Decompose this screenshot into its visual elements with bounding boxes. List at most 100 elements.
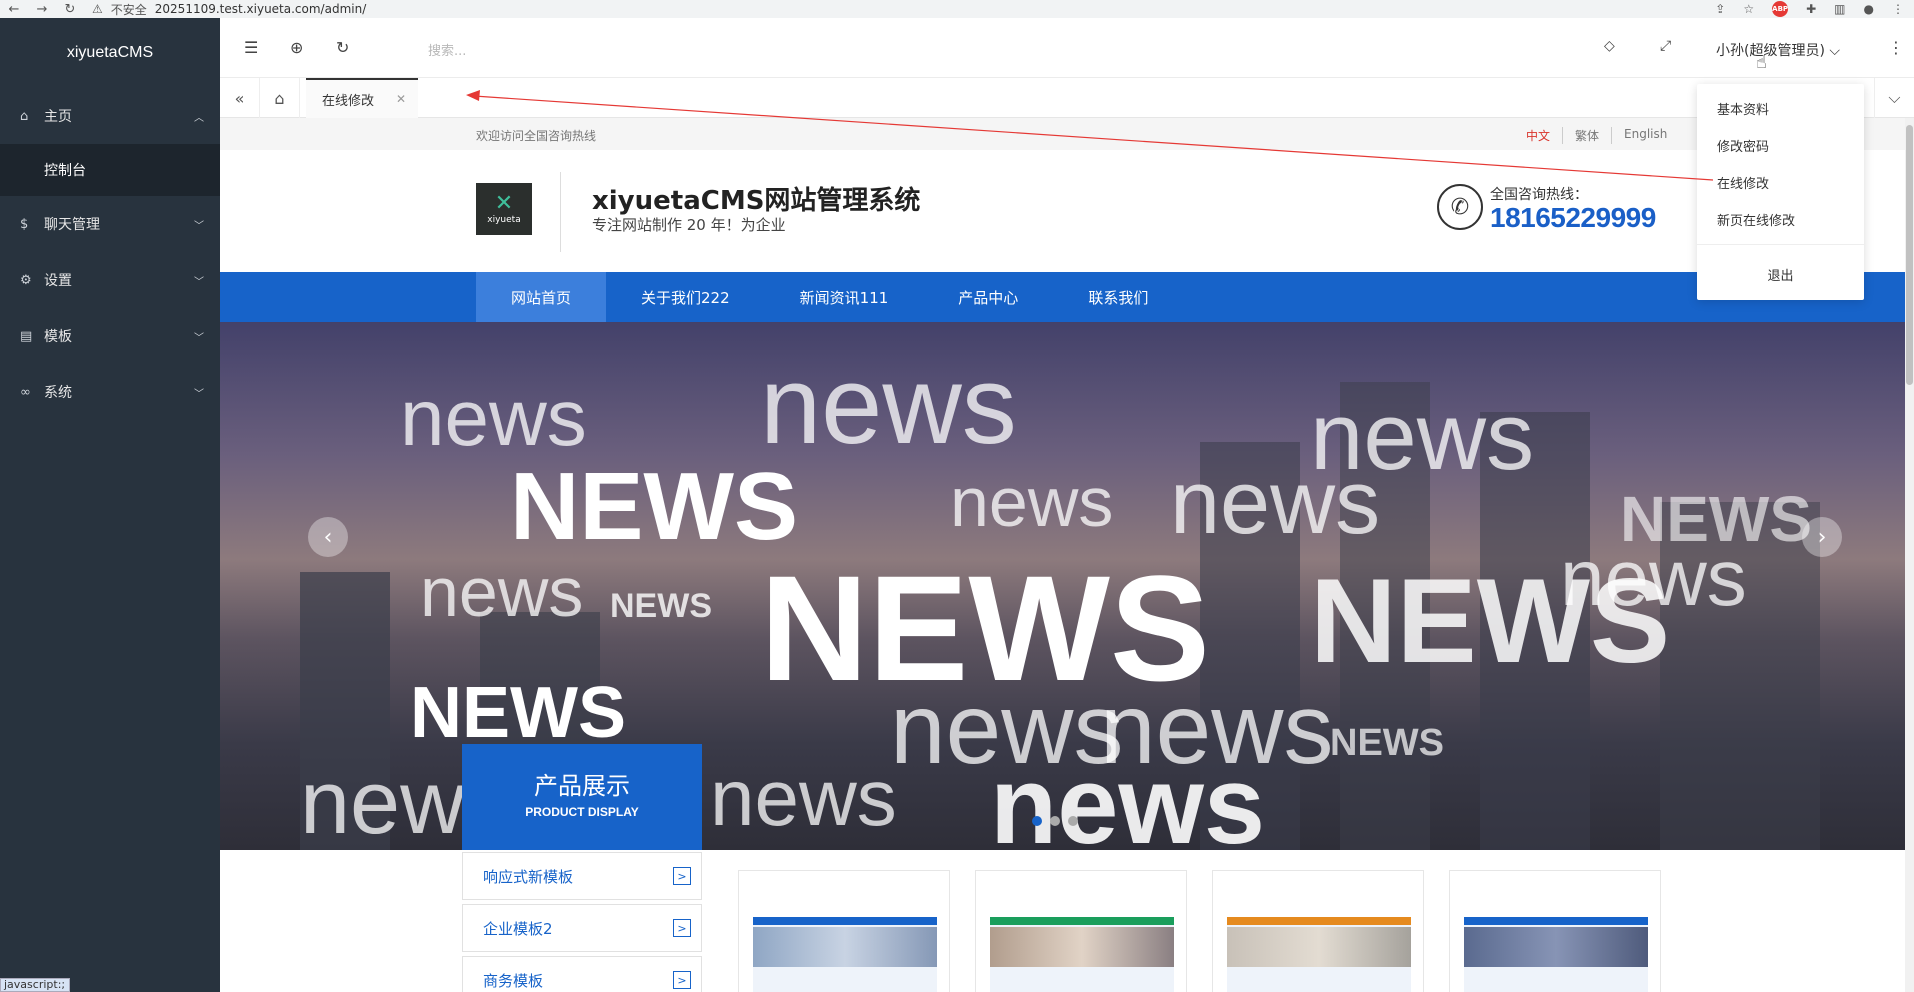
menu-item-newpage-edit[interactable]: 新页在线修改	[1697, 201, 1864, 238]
profile-icon[interactable]: ●	[1864, 2, 1874, 16]
chevron-right-icon: >	[673, 971, 691, 989]
warning-icon[interactable]: ⚠	[92, 2, 103, 16]
page-tabs: « ⌂ 在线修改 ✕ ⌵	[220, 78, 1914, 118]
carousel-dot[interactable]	[1050, 816, 1060, 826]
nav-home[interactable]: 网站首页	[476, 272, 607, 322]
sidebar-item-home[interactable]: ⌂ 主页 ︿	[0, 88, 220, 144]
carousel-dot-active[interactable]	[1032, 816, 1042, 826]
forward-arrow-icon[interactable]: →	[28, 2, 56, 17]
nav-about[interactable]: 关于我们222	[606, 272, 765, 322]
product-thumbnail[interactable]	[1212, 870, 1424, 992]
list-item[interactable]: 商务模板 >	[462, 956, 702, 992]
product-subtitle: PRODUCT DISPLAY	[525, 805, 639, 819]
site-subtitle: 专注网站制作 20 年！为企业	[592, 216, 786, 234]
sidebar-subitem-console[interactable]: 控制台	[0, 144, 220, 196]
globe-icon[interactable]: ⊕	[290, 38, 303, 57]
more-vertical-icon[interactable]: ⋮	[1888, 38, 1904, 57]
home-tab-icon[interactable]: ⌂	[260, 78, 300, 118]
star-icon[interactable]: ☆	[1743, 2, 1754, 16]
banner-word: NEWS	[410, 673, 626, 753]
header-divider	[560, 172, 561, 252]
site-logo[interactable]: ✕ xiyueta	[476, 183, 532, 235]
sidebar-item-label: 系统	[44, 385, 72, 401]
menu-item-change-password[interactable]: 修改密码	[1697, 127, 1864, 164]
sidebar-item-label: 聊天管理	[44, 217, 100, 233]
sidebar-item-settings[interactable]: ⚙ 设置 ﹀	[0, 252, 220, 308]
nav-contact[interactable]: 联系我们	[1053, 272, 1183, 322]
status-bar: javascript:;	[0, 978, 70, 992]
carousel-dot[interactable]	[1068, 816, 1078, 826]
search-input[interactable]: 搜索...	[428, 40, 466, 59]
welcome-text: 欢迎访问全国咨询热线	[476, 129, 597, 143]
more-vertical-icon[interactable]: ⋮	[1892, 2, 1904, 16]
chevron-right-icon: >	[673, 867, 691, 885]
banner-word: news	[990, 744, 1266, 850]
link-icon: ∞	[20, 384, 31, 400]
logo-mark-icon: ✕	[494, 191, 514, 216]
product-category-label: 企业模板2	[483, 919, 553, 938]
menu-item-profile[interactable]: 基本资料	[1697, 90, 1864, 127]
tab-label: 在线修改	[322, 93, 375, 109]
reload-icon[interactable]: ↻	[56, 2, 84, 17]
language-switcher: 中文 繁体 English	[1514, 127, 1679, 144]
back-arrow-icon[interactable]: ←	[0, 2, 28, 17]
extensions-icon[interactable]: ✚	[1806, 2, 1816, 16]
admin-sidebar: xiyuetaCMS ⌂ 主页 ︿ 控制台 $ 聊天管理 ﹀ ⚙ 设置 ﹀ ▤ …	[0, 18, 220, 992]
product-thumbnail[interactable]	[1449, 870, 1661, 992]
banner-word: news	[710, 753, 897, 842]
fullscreen-icon[interactable]: ⤢	[1660, 38, 1671, 54]
list-item[interactable]: 企业模板2 >	[462, 904, 702, 952]
hotline-number: 18165229999	[1490, 202, 1656, 233]
tab-online-edit[interactable]: 在线修改 ✕	[306, 78, 418, 118]
sidebar-item-system[interactable]: ∞ 系统 ﹀	[0, 364, 220, 420]
site-nav: 网站首页 关于我们222 新闻资讯111 产品中心 联系我们	[220, 272, 1905, 322]
logo-word: xiyueta	[487, 215, 521, 225]
admin-header: ☰ ⊕ ↻ 搜索... ◇ ⤢ 小孙(超级管理员) ⌵ ⋮	[220, 18, 1914, 78]
carousel-prev-icon[interactable]: ‹	[308, 517, 348, 557]
sidebar-item-chat[interactable]: $ 聊天管理 ﹀	[0, 196, 220, 252]
user-menu[interactable]: 小孙(超级管理员) ⌵	[1716, 40, 1840, 60]
share-icon[interactable]: ⇪	[1715, 2, 1725, 16]
lang-zh-tw[interactable]: 繁体	[1563, 127, 1613, 144]
frame-scrollbar-thumb[interactable]	[1906, 125, 1913, 385]
nav-products[interactable]: 产品中心	[923, 272, 1053, 322]
adblock-icon[interactable]: ABP	[1772, 1, 1789, 17]
dollar-icon: $	[20, 216, 29, 232]
close-icon[interactable]: ✕	[396, 92, 406, 106]
banner-word: news	[1170, 453, 1381, 553]
menu-toggle-icon[interactable]: ☰	[244, 38, 258, 57]
security-label[interactable]: 不安全	[111, 1, 147, 18]
sidebar-item-template[interactable]: ▤ 模板 ﹀	[0, 308, 220, 364]
product-thumbnail[interactable]	[975, 870, 1187, 992]
gear-icon: ⚙	[20, 272, 32, 288]
carousel-next-icon[interactable]: ›	[1802, 517, 1842, 557]
chevron-down-icon: ﹀	[194, 220, 204, 232]
logout-button[interactable]: 退出	[1697, 251, 1864, 297]
site-preview-frame: 欢迎访问全国咨询热线 中文 繁体 English ✕ xiyueta xiyue…	[220, 118, 1905, 992]
banner-word: news	[1560, 533, 1747, 622]
tabs-prev-icon[interactable]: «	[220, 78, 260, 118]
banner-word: news	[400, 373, 587, 462]
user-dropdown-menu: 基本资料 修改密码 在线修改 新页在线修改 退出	[1697, 84, 1864, 300]
product-category-label: 商务模板	[483, 971, 544, 990]
lang-en[interactable]: English	[1612, 127, 1679, 144]
list-item[interactable]: 响应式新模板 >	[462, 852, 702, 900]
sidepanel-icon[interactable]: ▥	[1834, 2, 1845, 16]
tag-icon[interactable]: ◇	[1604, 38, 1615, 54]
product-section-header: 产品展示 PRODUCT DISPLAY	[462, 744, 702, 850]
admin-logo[interactable]: xiyuetaCMS	[0, 18, 220, 88]
browser-toolbar: ← → ↻ ⚠ 不安全 20251109.test.xiyueta.com/ad…	[0, 0, 1914, 18]
sidebar-item-label: 设置	[44, 273, 72, 289]
menu-item-online-edit[interactable]: 在线修改	[1697, 164, 1864, 201]
nav-news[interactable]: 新闻资讯111	[765, 272, 924, 322]
tabs-menu-icon[interactable]: ⌵	[1874, 78, 1914, 118]
banner-word: NEWS	[510, 453, 798, 560]
site-topbar: 欢迎访问全国咨询热线 中文 繁体 English	[220, 118, 1905, 150]
refresh-icon[interactable]: ↻	[336, 38, 349, 57]
chevron-right-icon: >	[673, 919, 691, 937]
menu-divider	[1697, 244, 1864, 245]
product-thumbnail[interactable]	[738, 870, 950, 992]
address-bar[interactable]: 20251109.test.xiyueta.com/admin/	[155, 2, 366, 16]
lang-zh[interactable]: 中文	[1514, 127, 1564, 144]
banner-word: news	[950, 463, 1114, 541]
